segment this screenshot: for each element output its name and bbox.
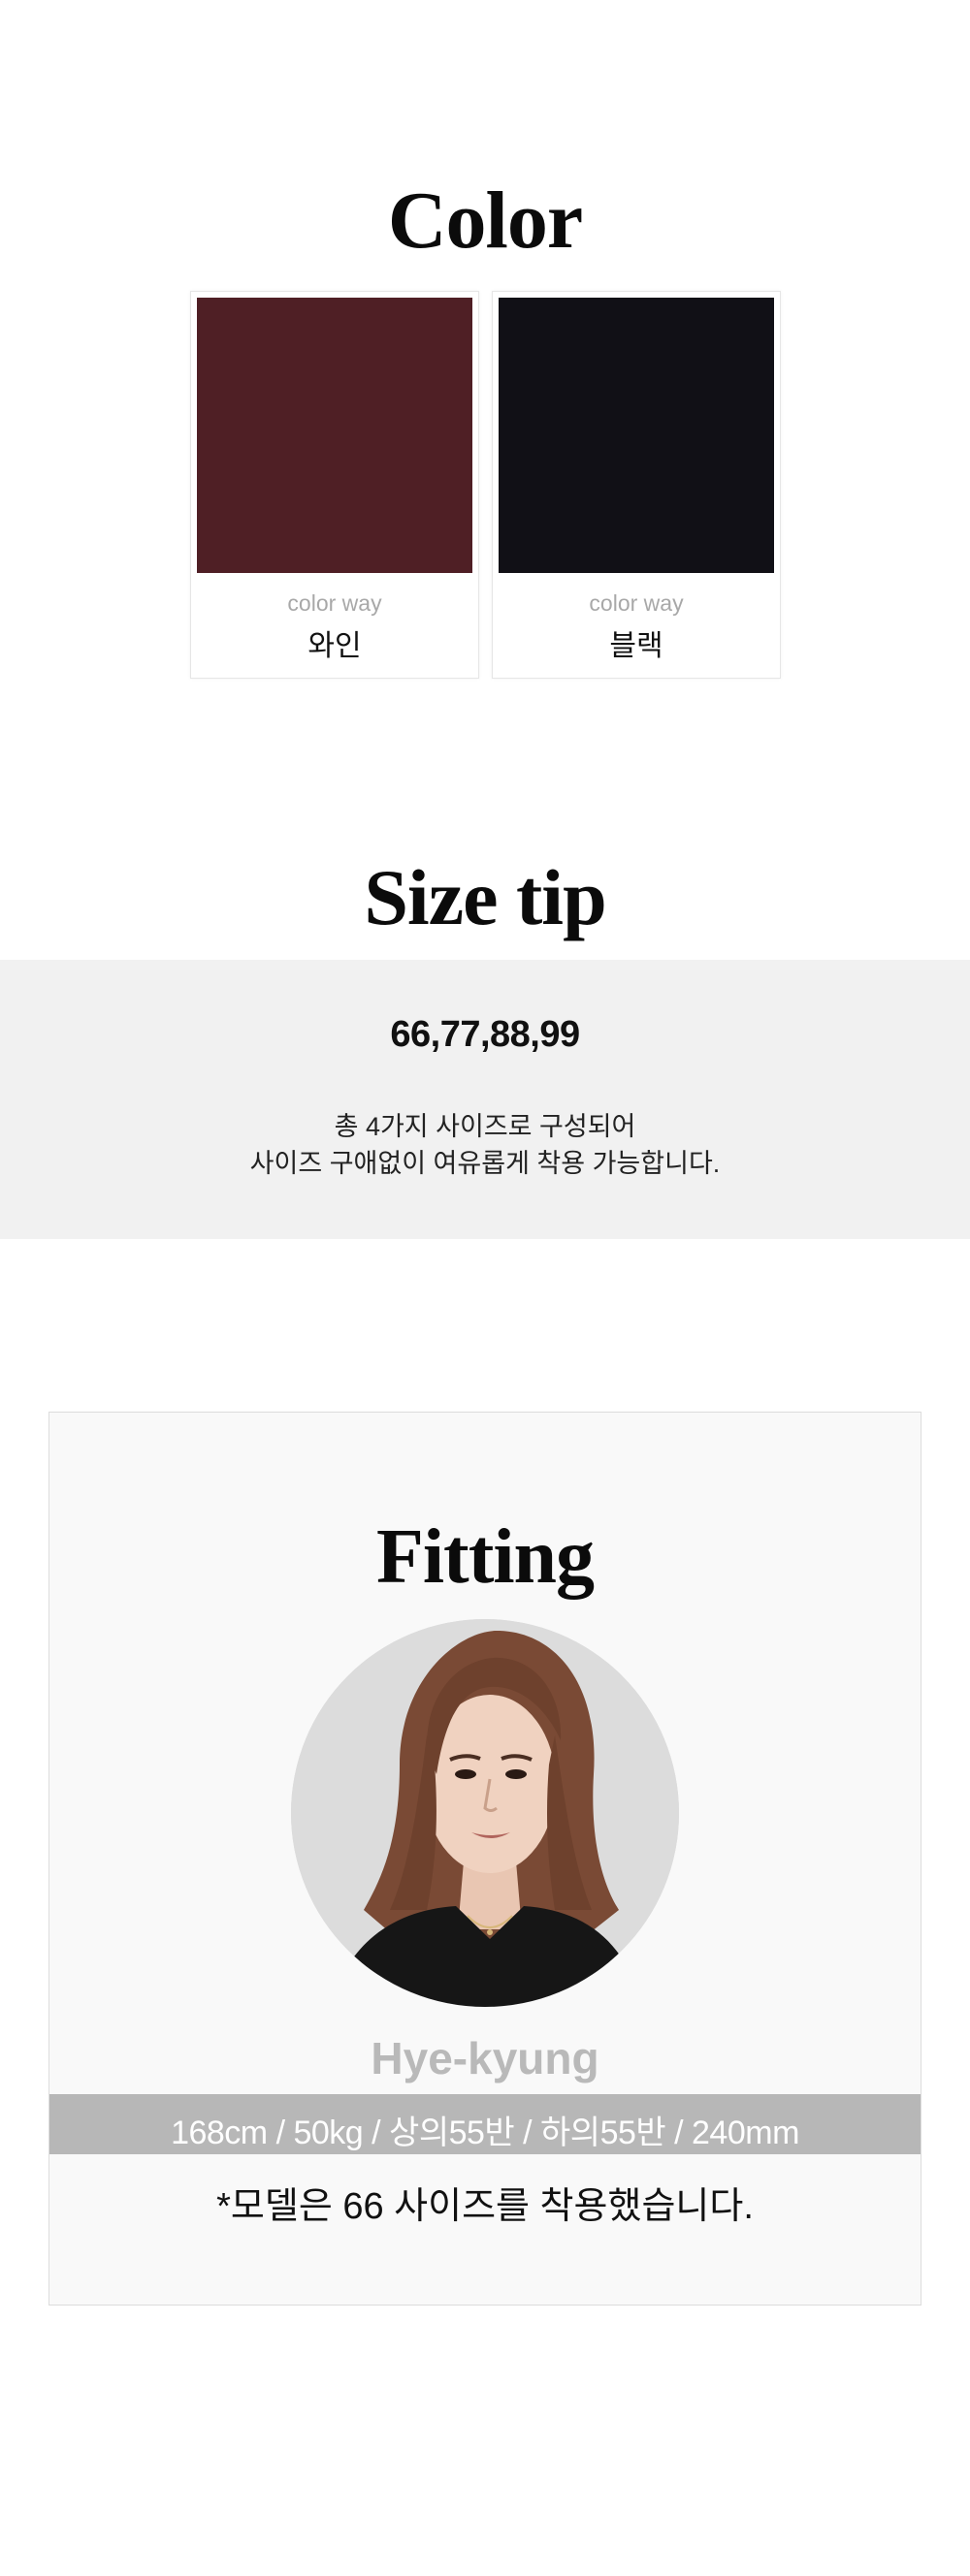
model-photo	[291, 1619, 679, 2007]
model-size-note: *모델은 66 사이즈를 착용했습니다.	[216, 2186, 754, 2227]
color-swatch-black	[499, 298, 774, 573]
color-way-label: color way	[589, 590, 684, 616]
size-values: 66,77,88,99	[390, 1014, 580, 1055]
color-card-black: color way 블랙	[492, 291, 781, 679]
color-card-wine: color way 와인	[190, 291, 479, 679]
model-portrait-illustration	[291, 1619, 679, 2007]
size-tip-band	[0, 960, 970, 1239]
model-stats: 168cm / 50kg / 상의55반 / 하의55반 / 240mm	[171, 2115, 799, 2151]
color-name-wine: 와인	[307, 630, 362, 662]
fitting-title: Fitting	[375, 1514, 595, 1600]
model-name: Hye-kyung	[371, 2033, 599, 2083]
color-section-title: Color	[387, 175, 583, 266]
size-description-line-1: 총 4가지 사이즈로 구성되어	[334, 1112, 636, 1141]
color-way-label: color way	[287, 590, 382, 616]
color-swatch-wine	[197, 298, 472, 573]
size-description-line-2: 사이즈 구애없이 여유롭게 착용 가능합니다.	[249, 1149, 721, 1178]
color-name-black: 블랙	[609, 630, 663, 662]
size-tip-title: Size tip	[364, 853, 606, 941]
